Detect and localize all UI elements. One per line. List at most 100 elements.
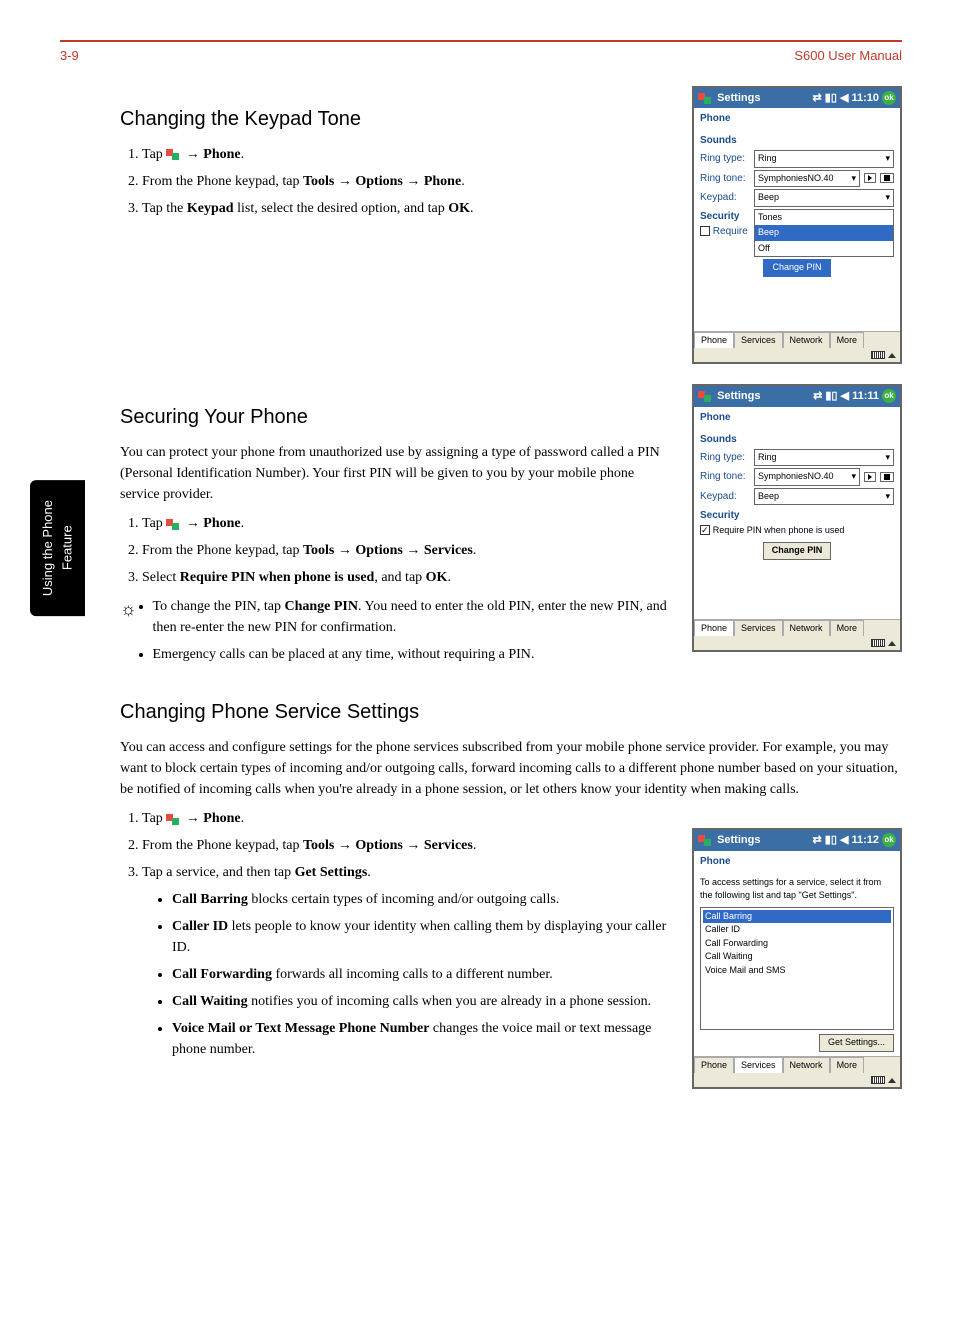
ok-bold: OK bbox=[448, 201, 470, 216]
change-pin-bold: Change PIN bbox=[284, 599, 358, 614]
tab-phone[interactable]: Phone bbox=[694, 620, 734, 637]
text: . bbox=[470, 201, 474, 216]
change-pin-button-hidden[interactable]: Change PIN bbox=[763, 259, 830, 277]
shot3-info: To access settings for a service, select… bbox=[700, 876, 894, 903]
tab-phone[interactable]: Phone bbox=[694, 1057, 734, 1074]
shot2-subtitle: Phone bbox=[694, 407, 900, 428]
ring-type-label: Ring type: bbox=[700, 151, 750, 166]
ring-type-select[interactable]: Ring▾ bbox=[754, 150, 894, 168]
play-button[interactable] bbox=[864, 472, 876, 482]
cid-name: Caller ID bbox=[172, 919, 228, 934]
signal-icon[interactable]: ▮▯ bbox=[825, 90, 837, 107]
stop-button[interactable] bbox=[880, 472, 894, 482]
stop-icon bbox=[884, 474, 890, 480]
option-beep[interactable]: Beep bbox=[755, 225, 893, 241]
volume-icon[interactable]: ◀ bbox=[840, 832, 848, 849]
phone-bold: Phone bbox=[203, 516, 240, 531]
keyboard-icon[interactable] bbox=[871, 1076, 885, 1084]
tab-services[interactable]: Services bbox=[734, 1057, 783, 1074]
shot2-tabs: Phone Services Network More bbox=[694, 619, 900, 637]
start-icon[interactable] bbox=[698, 91, 714, 105]
volume-icon[interactable]: ◀ bbox=[840, 90, 848, 107]
shot3-titlebar: Settings ⇄ ▮▯ ◀ 11:12 ok bbox=[694, 830, 900, 851]
keypad-select[interactable]: Beep▾ bbox=[754, 189, 894, 207]
tab-network[interactable]: Network bbox=[783, 1057, 830, 1074]
screenshot-3: Settings ⇄ ▮▯ ◀ 11:12 ok Phone To access… bbox=[692, 828, 902, 1089]
list-item-call-waiting[interactable]: Call Waiting bbox=[703, 950, 891, 964]
require-label: Require bbox=[713, 226, 748, 237]
page-number: 3-9 bbox=[60, 46, 79, 66]
services-listbox[interactable]: Call Barring Caller ID Call Forwarding C… bbox=[700, 907, 894, 1031]
tab-network[interactable]: Network bbox=[783, 332, 830, 349]
keypad-select[interactable]: Beep▾ bbox=[754, 488, 894, 506]
section2-step2: From the Phone keypad, tap Tools → Optio… bbox=[142, 540, 672, 561]
connectivity-icon[interactable]: ⇄ bbox=[812, 832, 821, 849]
ok-button[interactable]: ok bbox=[882, 833, 896, 847]
keypad-dropdown-open[interactable]: Tones Beep Off bbox=[754, 209, 894, 258]
connectivity-icon[interactable]: ⇄ bbox=[813, 388, 822, 405]
service-caller-id: Caller ID lets people to know your ident… bbox=[172, 916, 672, 958]
option-tones[interactable]: Tones bbox=[755, 210, 893, 226]
section2-step3: Select Require PIN when phone is used, a… bbox=[142, 567, 672, 588]
cf-desc: forwards all incoming calls to a differe… bbox=[272, 967, 553, 982]
keypad-value: Beep bbox=[758, 490, 779, 504]
list-item-call-forwarding[interactable]: Call Forwarding bbox=[703, 937, 891, 951]
shot2-title: Settings bbox=[717, 388, 760, 405]
tab-more[interactable]: More bbox=[830, 1057, 865, 1074]
start-icon[interactable] bbox=[698, 833, 714, 847]
cf-name: Call Forwarding bbox=[172, 967, 272, 982]
text: → bbox=[334, 174, 355, 189]
text: To change the PIN, tap bbox=[153, 599, 285, 614]
volume-icon[interactable]: ◀ bbox=[841, 388, 849, 405]
sounds-label: Sounds bbox=[700, 432, 894, 447]
stop-button[interactable] bbox=[880, 173, 894, 183]
header-rule bbox=[60, 40, 902, 42]
up-arrow-icon[interactable] bbox=[888, 641, 896, 646]
option-off[interactable]: Off bbox=[755, 241, 893, 257]
list-item-call-barring[interactable]: Call Barring bbox=[703, 910, 891, 924]
shot1-footer bbox=[694, 348, 900, 362]
change-pin-button[interactable]: Change PIN bbox=[763, 542, 832, 560]
shot3-tabs: Phone Services Network More bbox=[694, 1056, 900, 1074]
connectivity-icon[interactable]: ⇄ bbox=[812, 90, 821, 107]
tab-network[interactable]: Network bbox=[783, 620, 830, 637]
ring-type-select[interactable]: Ring▾ bbox=[754, 449, 894, 467]
sounds-label: Sounds bbox=[700, 133, 894, 148]
play-button[interactable] bbox=[864, 173, 876, 183]
ok-button[interactable]: ok bbox=[882, 91, 896, 105]
text: Tap bbox=[142, 516, 166, 531]
require-checkbox[interactable] bbox=[700, 226, 710, 236]
ring-tone-value: SymphoniesNO.40 bbox=[758, 172, 834, 186]
ring-tone-label: Ring tone: bbox=[700, 469, 750, 484]
tab-more[interactable]: More bbox=[830, 332, 865, 349]
tip1: To change the PIN, tap Change PIN. You n… bbox=[153, 596, 673, 638]
ring-tone-select[interactable]: SymphoniesNO.40▾ bbox=[754, 468, 860, 486]
section1-step3: Tap the Keypad list, select the desired … bbox=[142, 198, 672, 219]
text: . bbox=[241, 811, 245, 826]
text: Tap bbox=[142, 811, 166, 826]
tip2: Emergency calls can be placed at any tim… bbox=[153, 644, 673, 665]
text: → bbox=[182, 147, 203, 162]
start-icon[interactable] bbox=[698, 389, 714, 403]
tab-services[interactable]: Services bbox=[734, 620, 783, 637]
shot1-time: 11:10 bbox=[851, 90, 879, 107]
tab-services[interactable]: Services bbox=[734, 332, 783, 349]
text: → bbox=[182, 811, 203, 826]
list-item-voice-mail-sms[interactable]: Voice Mail and SMS bbox=[703, 964, 891, 978]
ok-button[interactable]: ok bbox=[882, 389, 896, 403]
shot3-time: 11:12 bbox=[851, 832, 879, 849]
keyboard-icon[interactable] bbox=[871, 351, 885, 359]
tab-more[interactable]: More bbox=[830, 620, 865, 637]
signal-icon[interactable]: ▮▯ bbox=[825, 832, 837, 849]
up-arrow-icon[interactable] bbox=[888, 1078, 896, 1083]
ok-bold: OK bbox=[426, 570, 448, 585]
require-pin-checkbox[interactable] bbox=[700, 525, 710, 535]
keyboard-icon[interactable] bbox=[871, 639, 885, 647]
get-settings-button[interactable]: Get Settings... bbox=[819, 1034, 894, 1052]
signal-icon[interactable]: ▮▯ bbox=[825, 388, 837, 405]
list-item-caller-id[interactable]: Caller ID bbox=[703, 923, 891, 937]
up-arrow-icon[interactable] bbox=[888, 353, 896, 358]
tab-phone[interactable]: Phone bbox=[694, 332, 734, 349]
ring-tone-select[interactable]: SymphoniesNO.40▾ bbox=[754, 170, 860, 188]
keypad-label: Keypad: bbox=[700, 489, 750, 504]
